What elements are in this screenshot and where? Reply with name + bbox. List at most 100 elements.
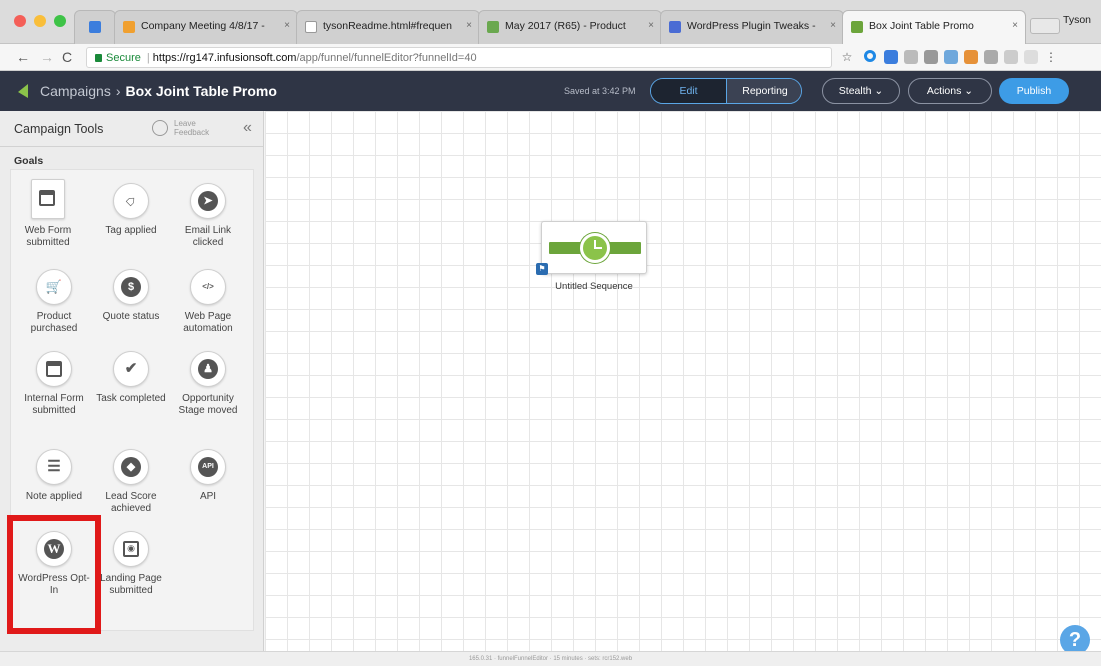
extension-icon[interactable] xyxy=(964,50,978,64)
goal-product-purchased[interactable]: 🛒 Product purchased xyxy=(16,269,92,335)
check-icon: ✔ xyxy=(113,351,149,387)
breadcrumb-separator: › xyxy=(115,83,121,99)
browser-tab[interactable]: WordPress Plugin Tweaks - × xyxy=(660,10,844,44)
infusionsoft-logo-icon[interactable] xyxy=(16,82,30,100)
flag-icon: ⚑ xyxy=(536,263,548,275)
pinned-tab[interactable] xyxy=(74,10,116,44)
extension-icon[interactable] xyxy=(904,50,918,64)
sequence-label[interactable]: Untitled Sequence xyxy=(541,281,647,292)
sidebar-header: Campaign Tools Leave Feedback « xyxy=(0,111,263,147)
actions-dropdown[interactable]: Actions ⌄ xyxy=(908,78,992,104)
goal-opportunity-stage-moved[interactable]: ♟ Opportunity Stage moved xyxy=(170,351,246,417)
mode-toggle: Edit Reporting xyxy=(650,78,802,104)
tag-icon: ⌂ xyxy=(113,183,149,219)
publish-button[interactable]: Publish xyxy=(999,78,1069,104)
goal-label: Quote status xyxy=(102,311,160,322)
app-header: Campaigns › Box Joint Table Promo Saved at… xyxy=(0,71,1101,111)
goal-label: Task completed xyxy=(96,393,166,404)
back-arrow-icon[interactable]: ← xyxy=(16,49,30,65)
tab-title: tysonReadme.html#frequen xyxy=(323,20,452,32)
internal-form-icon xyxy=(36,351,72,387)
tab-favicon-icon xyxy=(123,21,135,33)
goals-section-label: Goals xyxy=(14,155,44,167)
web-form-icon xyxy=(31,179,65,219)
dollar-icon: $ xyxy=(113,269,149,305)
campaign-canvas[interactable]: ⚑ Untitled Sequence xyxy=(265,111,1101,651)
browser-tab-strip: Company Meeting 4/8/17 - × tysonReadme.h… xyxy=(0,0,1101,44)
secure-label: Secure xyxy=(106,52,141,64)
note-icon: ☰ xyxy=(36,449,72,485)
goal-task-completed[interactable]: ✔ Task completed xyxy=(93,351,169,405)
close-window-button[interactable] xyxy=(14,15,26,27)
sequence-node[interactable]: ⚑ xyxy=(536,221,647,275)
goal-label: API xyxy=(199,491,217,502)
goal-landing-page-submitted[interactable]: ◉ Landing Page submitted xyxy=(93,531,169,597)
extension-icon[interactable] xyxy=(944,50,958,64)
collapse-sidebar-icon[interactable]: « xyxy=(243,119,252,137)
extension-icon[interactable] xyxy=(864,50,876,62)
goal-quote-status[interactable]: $ Quote status xyxy=(93,269,169,323)
close-tab-icon[interactable]: × xyxy=(1012,20,1018,31)
browser-tab-active[interactable]: Box Joint Table Promo × xyxy=(842,10,1026,44)
kebab-menu-icon[interactable]: ⋮ xyxy=(1044,50,1058,64)
goal-web-page-automation[interactable]: </> Web Page automation xyxy=(170,269,246,335)
extension-icon[interactable] xyxy=(1024,50,1038,64)
goal-label: Landing Page submitted xyxy=(100,573,162,596)
landing-page-icon: ◉ xyxy=(113,531,149,567)
goal-internal-form-submitted[interactable]: Internal Form submitted xyxy=(16,351,92,417)
campaign-title: Box Joint Table Promo xyxy=(125,83,277,99)
goal-label: Product purchased xyxy=(30,311,78,334)
address-bar-row: ← → C Secure | https://rg147.infusionsoft… xyxy=(0,44,1101,71)
highlight-box xyxy=(7,515,101,634)
stealth-dropdown[interactable]: Stealth ⌄ xyxy=(822,78,900,104)
zoom-window-button[interactable] xyxy=(54,15,66,27)
leave-feedback-link[interactable]: Leave Feedback xyxy=(174,119,214,137)
clock-icon xyxy=(580,233,610,263)
goal-label: Web Form submitted xyxy=(24,225,72,248)
extension-icon[interactable] xyxy=(884,50,898,64)
edit-mode-button[interactable]: Edit xyxy=(651,79,726,103)
star-icon[interactable]: ☆ xyxy=(840,50,854,64)
extension-icon[interactable] xyxy=(1004,50,1018,64)
minimize-window-button[interactable] xyxy=(34,15,46,27)
forward-arrow-icon[interactable]: → xyxy=(40,49,54,65)
extension-icon[interactable] xyxy=(984,50,998,64)
saved-status: Saved at 3:42 PM xyxy=(564,86,636,96)
browser-tab[interactable]: tysonReadme.html#frequen × xyxy=(296,10,480,44)
goal-label: Opportunity Stage moved xyxy=(178,393,238,416)
goal-email-link-clicked[interactable]: ➤ Email Link clicked xyxy=(170,183,246,249)
api-icon: API xyxy=(190,449,226,485)
flame-icon: ◆ xyxy=(113,449,149,485)
browser-tab[interactable]: May 2017 (R65) - Product × xyxy=(478,10,662,44)
close-tab-icon[interactable]: × xyxy=(284,20,290,31)
goal-label: Internal Form submitted xyxy=(24,393,84,416)
close-tab-icon[interactable]: × xyxy=(648,20,654,31)
close-tab-icon[interactable]: × xyxy=(466,20,472,31)
goal-lead-score-achieved[interactable]: ◆ Lead Score achieved xyxy=(93,449,169,515)
reload-icon[interactable]: C xyxy=(62,49,72,65)
browser-tab[interactable]: Company Meeting 4/8/17 - × xyxy=(114,10,298,44)
breadcrumb-campaigns-link[interactable]: Campaigns xyxy=(40,83,111,99)
tab-title: WordPress Plugin Tweaks - xyxy=(687,20,816,32)
tab-favicon-icon xyxy=(305,21,317,33)
feedback-icon[interactable] xyxy=(152,120,168,136)
cursor-icon: ➤ xyxy=(190,183,226,219)
url-path: /app/funnel/funnelEditor?funnelId=40 xyxy=(296,52,477,64)
goal-tag-applied[interactable]: ⌂ Tag applied xyxy=(93,183,169,237)
goal-label: Lead Score achieved xyxy=(105,491,157,514)
tab-favicon-icon xyxy=(669,21,681,33)
profile-name[interactable]: Tyson xyxy=(1063,14,1091,26)
reporting-mode-button[interactable]: Reporting xyxy=(726,79,801,103)
goal-note-applied[interactable]: ☰ Note applied xyxy=(16,449,92,503)
goal-api[interactable]: API API xyxy=(170,449,246,503)
new-tab-button[interactable] xyxy=(1030,18,1060,34)
opportunity-icon: ♟ xyxy=(190,351,226,387)
close-tab-icon[interactable]: × xyxy=(830,20,836,31)
status-footer: 165.0.31 · funnelFunnelEditor · 15 minut… xyxy=(0,651,1101,666)
drive-icon xyxy=(89,21,101,33)
goal-label: Email Link clicked xyxy=(184,225,232,248)
goal-web-form-submitted[interactable]: Web Form submitted xyxy=(10,179,86,249)
extension-icon[interactable] xyxy=(924,50,938,64)
tab-favicon-icon xyxy=(487,21,499,33)
address-input[interactable]: Secure | https://rg147.infusionsoft.com/a… xyxy=(86,47,832,68)
